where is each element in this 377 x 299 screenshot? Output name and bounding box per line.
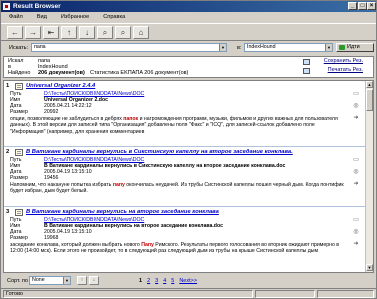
summary-found-key: Найдено (8, 70, 31, 76)
print-results-link[interactable]: Печатать Рез. (328, 67, 363, 74)
menu-view[interactable]: Вид (37, 12, 47, 22)
page-1: 1 (139, 278, 143, 284)
result-title-link[interactable]: Universal Organizer 2.4.4 (26, 83, 95, 89)
maximize-icon[interactable]: □ (358, 2, 367, 10)
sort-asc-icon[interactable]: ↑ (77, 276, 87, 285)
document-icon (15, 83, 23, 90)
status-panel (255, 290, 315, 298)
view-icon[interactable]: ◎ (352, 103, 360, 110)
result-item: 3 В Ватикане кардиналы вернулись на втор… (4, 209, 366, 271)
result-item: 2 В Ватикане кардиналы вернулись в Сикст… (4, 149, 366, 204)
page-2[interactable]: 2 (147, 277, 150, 285)
result-browser-window: Result Browser _ □ × Файл Вид Избранное … (0, 0, 377, 299)
go-icon (339, 45, 345, 50)
app-icon (3, 3, 10, 10)
search-query: папа (34, 44, 46, 50)
go-button[interactable]: Идти (336, 43, 374, 52)
status-bar: Готово (1, 288, 376, 298)
down-icon[interactable]: ↓ (79, 26, 95, 39)
bottom-bar: Сорт. по None ▼ ↑ ↓ 1 2 3 4 5 Next>> (1, 275, 376, 287)
print-icon[interactable] (303, 68, 310, 74)
result-snippet: заседание конклава, который должен выбра… (10, 242, 348, 255)
result-title-link[interactable]: В Ватикане кардиналы вернулись на второе… (26, 209, 219, 215)
minimize-icon[interactable]: _ (348, 2, 357, 10)
result-snippet: опции, позволяющие не заблудиться в дебр… (10, 116, 348, 135)
sort-desc-icon[interactable]: ↓ (89, 276, 99, 285)
next-hit-icon[interactable]: ➜ (352, 115, 360, 122)
snippet-highlight: папу (112, 182, 125, 188)
title-bar: Result Browser _ □ × (1, 1, 376, 12)
result-number: 2 (6, 149, 10, 155)
first-icon[interactable]: ⇤ (43, 26, 59, 39)
toolbar: ← → ⇤ ↑ ↓ ⌕ ⌕ ⌂ (1, 23, 376, 41)
chevron-down-icon[interactable]: ▼ (63, 277, 70, 284)
status-panel (317, 290, 374, 298)
home-icon[interactable]: ⌂ (133, 26, 149, 39)
chevron-down-icon[interactable]: ▼ (219, 44, 226, 51)
window-title: Result Browser (13, 3, 61, 10)
sort-label: Сорт. по (7, 278, 28, 284)
scroll-thumb[interactable] (366, 89, 373, 111)
result-separator (4, 206, 366, 207)
pagination: 1 2 3 4 5 Next>> (139, 277, 197, 285)
result-separator (4, 146, 366, 147)
scroll-down-icon[interactable]: ▼ (366, 264, 373, 271)
sort-select[interactable]: None ▼ (29, 276, 71, 285)
status-text: Готово (3, 290, 253, 298)
summary-found-val: 206 документ(ов) (38, 70, 85, 76)
result-size: 19456 (44, 175, 59, 181)
meta-size-label: Размер (10, 109, 28, 115)
save-results-link[interactable]: Сохранить Рез. (324, 58, 363, 65)
save-icon[interactable] (303, 59, 310, 65)
chevron-down-icon[interactable]: ▼ (325, 44, 332, 51)
results-list: 1 Universal Organizer 2.4.4 Путь D:\Тест… (3, 80, 374, 273)
open-icon[interactable]: ▭ (352, 91, 360, 98)
document-icon (15, 149, 23, 156)
result-item: 1 Universal Organizer 2.4.4 Путь D:\Тест… (4, 83, 366, 143)
result-title-link[interactable]: В Ватикане кардиналы вернулись в Сикстин… (26, 149, 293, 155)
result-number: 3 (6, 209, 10, 215)
scope-value: IndexHound (247, 44, 276, 50)
page-4[interactable]: 4 (163, 277, 166, 285)
menu-bar: Файл Вид Избранное Справка (1, 12, 376, 22)
page-3[interactable]: 3 (155, 277, 158, 285)
menu-file[interactable]: Файл (9, 12, 23, 22)
view-icon[interactable]: ◎ (352, 229, 360, 236)
menu-favorites[interactable]: Избранное (61, 12, 89, 22)
view-icon[interactable]: ◎ (352, 169, 360, 176)
search-summary: Искал папа в IndexHound Найдено 206 доку… (3, 56, 374, 78)
meta-size-label: Размер (10, 235, 28, 241)
up-icon[interactable]: ↑ (61, 26, 77, 39)
next-page-link[interactable]: Next>> (179, 277, 197, 285)
result-size: 20992 (44, 109, 59, 115)
open-icon[interactable]: ▭ (352, 157, 360, 164)
document-icon (15, 209, 23, 216)
result-number: 1 (6, 83, 10, 89)
search-bar: Искать: папа ▼ в: IndexHound ▼ Идти (1, 42, 376, 54)
scope-label: в: (237, 45, 242, 51)
next-hit-icon[interactable]: ➜ (352, 181, 360, 188)
open-icon[interactable]: ▭ (352, 217, 360, 224)
go-label: Идти (347, 44, 360, 50)
search-label: Искать: (9, 45, 29, 51)
results-scrollbar[interactable]: ▲ ▼ (365, 81, 373, 272)
summary-stats: Статистика EKПAПA 206 документ(ов) (90, 70, 189, 76)
next-hit-icon[interactable]: ➜ (352, 241, 360, 248)
sort-value: None (32, 277, 45, 283)
close-icon[interactable]: × (367, 2, 376, 10)
menu-help[interactable]: Справка (103, 12, 125, 22)
forward-icon[interactable]: → (25, 26, 41, 39)
search-icon[interactable]: ⌕ (97, 26, 113, 39)
scope-select[interactable]: IndexHound ▼ (244, 43, 333, 52)
meta-size-label: Размер (10, 175, 28, 181)
back-icon[interactable]: ← (7, 26, 23, 39)
search-input[interactable]: папа ▼ (31, 43, 227, 52)
result-snippet: Напомним, что накануне попытка избрать п… (10, 182, 348, 195)
search-index-icon[interactable]: ⌕ (115, 26, 131, 39)
result-size: 19968 (44, 235, 59, 241)
page-5[interactable]: 5 (171, 277, 174, 285)
scroll-up-icon[interactable]: ▲ (366, 81, 373, 88)
